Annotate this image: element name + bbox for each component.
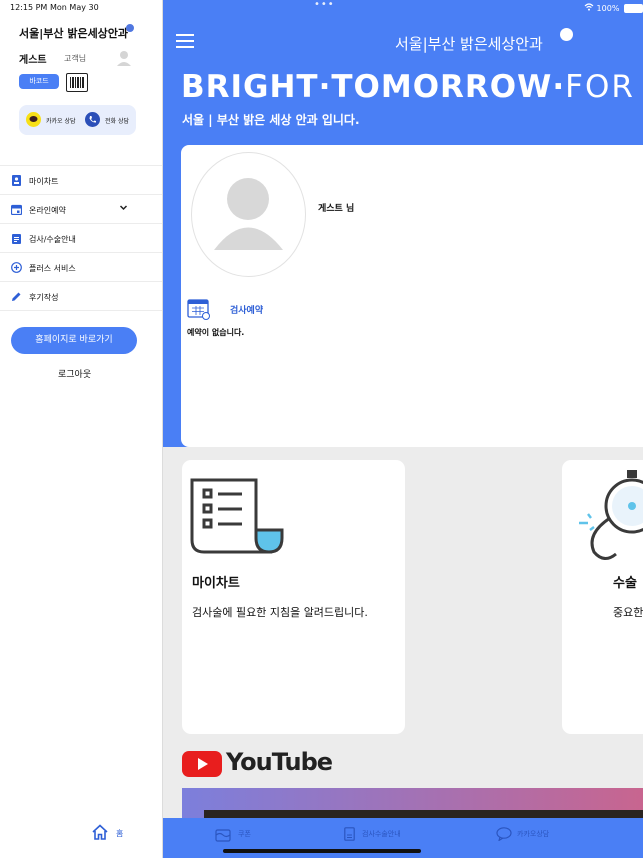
tab-guide-label[interactable]: 검사수술안내 — [362, 829, 401, 839]
phone-consult-label[interactable]: 전화 상담 — [105, 116, 129, 125]
contact-box: 카카오 상담 전화 상담 — [19, 105, 136, 135]
headline-bold: BRIGHT·TOMORROW· — [181, 69, 566, 105]
sidebar-item-label: 온라인예약 — [29, 206, 66, 215]
profile-card: 게스트 님 검사예약 예약이 없습니다. — [181, 145, 643, 447]
multitask-dots-icon[interactable]: ••• — [314, 0, 335, 10]
sidebar-item-label: 검사/수술안내 — [29, 235, 76, 244]
menu-icon[interactable] — [176, 34, 194, 52]
homepage-button[interactable]: 홈페이지로 바로가기 — [11, 327, 137, 354]
barcode-button[interactable]: 바코드 — [19, 74, 59, 89]
reservation-link[interactable]: 검사예약 — [230, 303, 263, 316]
logout-link[interactable]: 로그아웃 — [58, 367, 91, 380]
surgery-card[interactable]: 수술 중요한 — [562, 460, 643, 734]
clipboard-icon — [11, 233, 22, 244]
headline-thin: FOR YO — [565, 69, 643, 105]
barcode-icon[interactable] — [66, 73, 88, 92]
headline: BRIGHT·TOMORROW·FOR YO — [181, 69, 643, 105]
coupon-icon[interactable] — [215, 827, 231, 842]
surgery-title: 수술 — [613, 576, 637, 591]
youtube-video-thumbnail[interactable] — [182, 788, 643, 818]
tab-coupon-label[interactable]: 쿠폰 — [238, 829, 251, 839]
mychart-title: 마이차트 — [192, 576, 240, 591]
mychart-desc: 검사술에 필요한 지침을 알려드립니다. — [192, 606, 368, 619]
video-strip — [204, 810, 643, 818]
chat-icon[interactable] — [496, 826, 512, 842]
document-list-icon — [190, 478, 284, 554]
mychart-card[interactable]: 마이차트 검사술에 필요한 지침을 알려드립니다. — [182, 460, 405, 734]
chart-icon — [11, 175, 22, 186]
sidebar-item-reservation[interactable]: 온라인예약 — [0, 195, 162, 224]
sidebar-item-guide[interactable]: 검사/수술안내 — [0, 224, 162, 253]
plus-circle-icon — [11, 262, 22, 273]
profile-avatar[interactable] — [191, 152, 306, 277]
kakao-consult-label[interactable]: 카카오 상담 — [46, 116, 76, 125]
sidebar-item-plus-service[interactable]: 플러스 서비스 — [0, 253, 162, 282]
logo-dot-icon — [560, 28, 573, 41]
status-date: Mon May 30 — [50, 3, 99, 12]
avatar[interactable] — [115, 49, 133, 67]
pencil-icon — [11, 291, 22, 302]
sidebar-logo: 서울|부산 밝은세상안과 — [19, 27, 129, 40]
battery-icon — [623, 4, 643, 13]
user-grade: 고객님 — [64, 54, 87, 63]
status-right: 100% — [584, 3, 643, 13]
youtube-play-icon[interactable] — [182, 751, 222, 777]
user-name: 게스트 — [19, 55, 47, 66]
phone-icon[interactable] — [85, 112, 100, 127]
battery-percent: 100% — [596, 4, 620, 13]
home-icon[interactable] — [92, 824, 108, 840]
main-content: 서울|부산 밝은세상안과 BRIGHT·TOMORROW·FOR YO 서울 |… — [163, 0, 643, 858]
status-time: 12:15 PM — [10, 3, 48, 12]
logo-dot-icon — [126, 24, 134, 32]
hero-subtitle: 서울 | 부산 밝은 세상 안과 입니다. — [182, 113, 360, 127]
kakao-icon[interactable] — [26, 112, 41, 127]
sidebar-item-label: 후기작성 — [29, 293, 59, 302]
wifi-icon — [584, 3, 597, 13]
tab-kakao-label[interactable]: 카카오상담 — [517, 829, 549, 839]
status-bar: 12:15 PM Mon May 30 ••• 100% — [0, 0, 643, 16]
sidebar-item-review[interactable]: 후기작성 — [0, 282, 162, 311]
sidebar-item-mychart[interactable]: 마이차트 — [0, 166, 162, 195]
sidebar: 서울|부산 밝은세상안과 게스트 고객님 바코드 카카오 상담 전화 상담 마이… — [0, 0, 163, 858]
home-tab-label[interactable]: 홈 — [116, 828, 123, 839]
main-logo: 서울|부산 밝은세상안과 — [395, 35, 543, 53]
calendar-icon — [10, 204, 23, 216]
surgery-desc: 중요한 — [613, 606, 643, 619]
profile-greeting: 게스트 님 — [318, 204, 355, 214]
reservation-calendar-icon — [187, 298, 211, 320]
stethoscope-icon — [576, 468, 643, 563]
youtube-label: YouTube — [226, 748, 333, 776]
sidebar-item-label: 플러스 서비스 — [29, 264, 76, 273]
guide-icon[interactable] — [344, 826, 355, 841]
home-indicator — [223, 849, 421, 853]
reservation-empty: 예약이 없습니다. — [187, 328, 245, 337]
chevron-down-icon[interactable] — [119, 203, 128, 214]
sidebar-item-label: 마이차트 — [29, 177, 59, 186]
